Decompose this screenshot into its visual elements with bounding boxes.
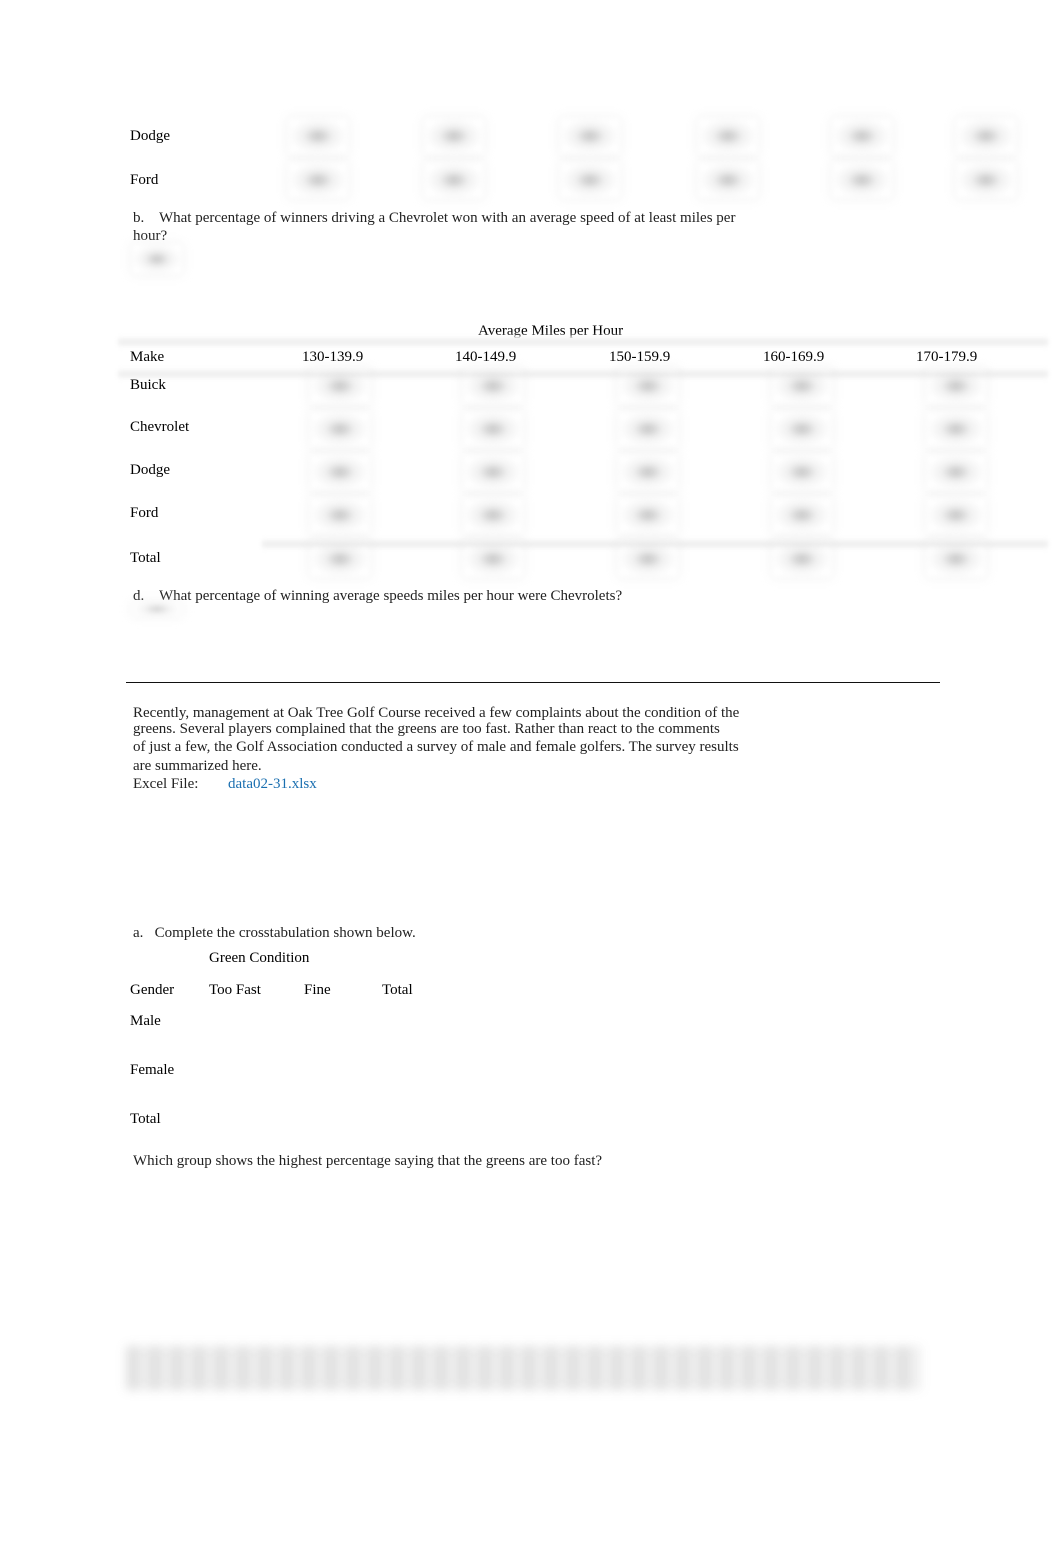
hidden-cell xyxy=(772,497,832,533)
crosstab-header-total: Total xyxy=(382,982,413,998)
crosstab-row-male: Male xyxy=(130,1013,161,1029)
hidden-cell xyxy=(288,162,348,198)
hidden-cell xyxy=(618,368,678,404)
hidden-cell xyxy=(463,497,523,533)
excel-file-link[interactable]: data02-31.xlsx xyxy=(228,776,317,793)
hidden-cell xyxy=(832,162,892,198)
hidden-cell xyxy=(560,162,620,198)
hidden-cell xyxy=(424,118,484,154)
hidden-cell xyxy=(310,454,370,490)
row-label-buick: Buick xyxy=(130,377,166,393)
question-d: d. What percentage of winning average sp… xyxy=(133,588,622,605)
hidden-cell xyxy=(463,541,523,577)
hidden-cell xyxy=(926,497,986,533)
hidden-cell xyxy=(463,454,523,490)
hidden-cell xyxy=(698,118,758,154)
hidden-footer-text xyxy=(126,1346,920,1390)
row-label-ford: Ford xyxy=(130,172,159,188)
golf-para-line-1: Recently, management at Oak Tree Golf Co… xyxy=(133,705,740,721)
golf-para-line-3: of just a few, the Golf Association cond… xyxy=(133,739,739,755)
hidden-cell xyxy=(310,541,370,577)
header-band xyxy=(118,336,1048,348)
hidden-cell xyxy=(772,411,832,447)
crosstab-header-fine: Fine xyxy=(304,982,331,998)
question-a-marker: a. xyxy=(133,925,144,941)
hidden-cell xyxy=(618,541,678,577)
excel-file-label: Excel File: xyxy=(133,776,199,792)
section-divider xyxy=(126,682,940,683)
hidden-cell xyxy=(926,541,986,577)
hidden-cell xyxy=(310,368,370,404)
hidden-cell xyxy=(956,162,1016,198)
hidden-cell xyxy=(832,118,892,154)
question-final: Which group shows the highest percentage… xyxy=(133,1153,603,1169)
hidden-cell xyxy=(463,411,523,447)
hidden-cell xyxy=(926,454,986,490)
hidden-cell xyxy=(926,411,986,447)
header-col-4: 160-169.9 xyxy=(763,349,825,365)
hidden-cell xyxy=(288,118,348,154)
header-col-5: 170-179.9 xyxy=(916,349,978,365)
question-b-marker: b. xyxy=(133,210,145,226)
crosstab-title: Green Condition xyxy=(209,950,310,966)
header-make: Make xyxy=(130,349,165,365)
hidden-cell xyxy=(310,411,370,447)
crosstab-row-female: Female xyxy=(130,1062,175,1078)
crosstab-header-gender: Gender xyxy=(130,982,175,998)
row-label-dodge: Dodge xyxy=(130,462,170,478)
question-b-text-line2: hour? xyxy=(133,228,168,244)
hidden-cell xyxy=(618,497,678,533)
golf-para-line-4: are summarized here. xyxy=(133,758,262,774)
hidden-cell xyxy=(463,368,523,404)
row-label-dodge: Dodge xyxy=(130,128,170,144)
crosstab-row-total: Total xyxy=(130,1111,161,1127)
hidden-cell xyxy=(956,118,1016,154)
question-a: a. Complete the crosstabulation shown be… xyxy=(133,925,416,942)
hidden-answer-d xyxy=(132,602,182,616)
hidden-cell xyxy=(618,454,678,490)
question-d-text: What percentage of winning average speed… xyxy=(158,588,623,604)
row-label-ford: Ford xyxy=(130,505,159,521)
hidden-cell xyxy=(618,411,678,447)
question-b: b. What percentage of winners driving a … xyxy=(133,210,735,227)
header-band-bottom xyxy=(118,368,1048,380)
header-col-2: 140-149.9 xyxy=(455,349,517,365)
hidden-cell xyxy=(424,162,484,198)
hidden-cell xyxy=(772,541,832,577)
header-col-3: 150-159.9 xyxy=(609,349,671,365)
hidden-cell xyxy=(926,368,986,404)
hidden-cell xyxy=(560,118,620,154)
hidden-answer-b xyxy=(132,244,182,274)
question-a-text: Complete the crosstabulation shown below… xyxy=(154,925,416,941)
hidden-cell xyxy=(698,162,758,198)
golf-para-line-2: greens. Several players complained that … xyxy=(133,721,720,737)
row-label-total: Total xyxy=(130,550,161,566)
hidden-cell xyxy=(772,368,832,404)
row-label-chevrolet: Chevrolet xyxy=(130,419,190,435)
question-b-text: What percentage of winners driving a Che… xyxy=(158,210,736,226)
crosstab-header-too-fast: Too Fast xyxy=(209,982,261,998)
header-col-1: 130-139.9 xyxy=(302,349,364,365)
hidden-cell xyxy=(310,497,370,533)
hidden-cell xyxy=(772,454,832,490)
